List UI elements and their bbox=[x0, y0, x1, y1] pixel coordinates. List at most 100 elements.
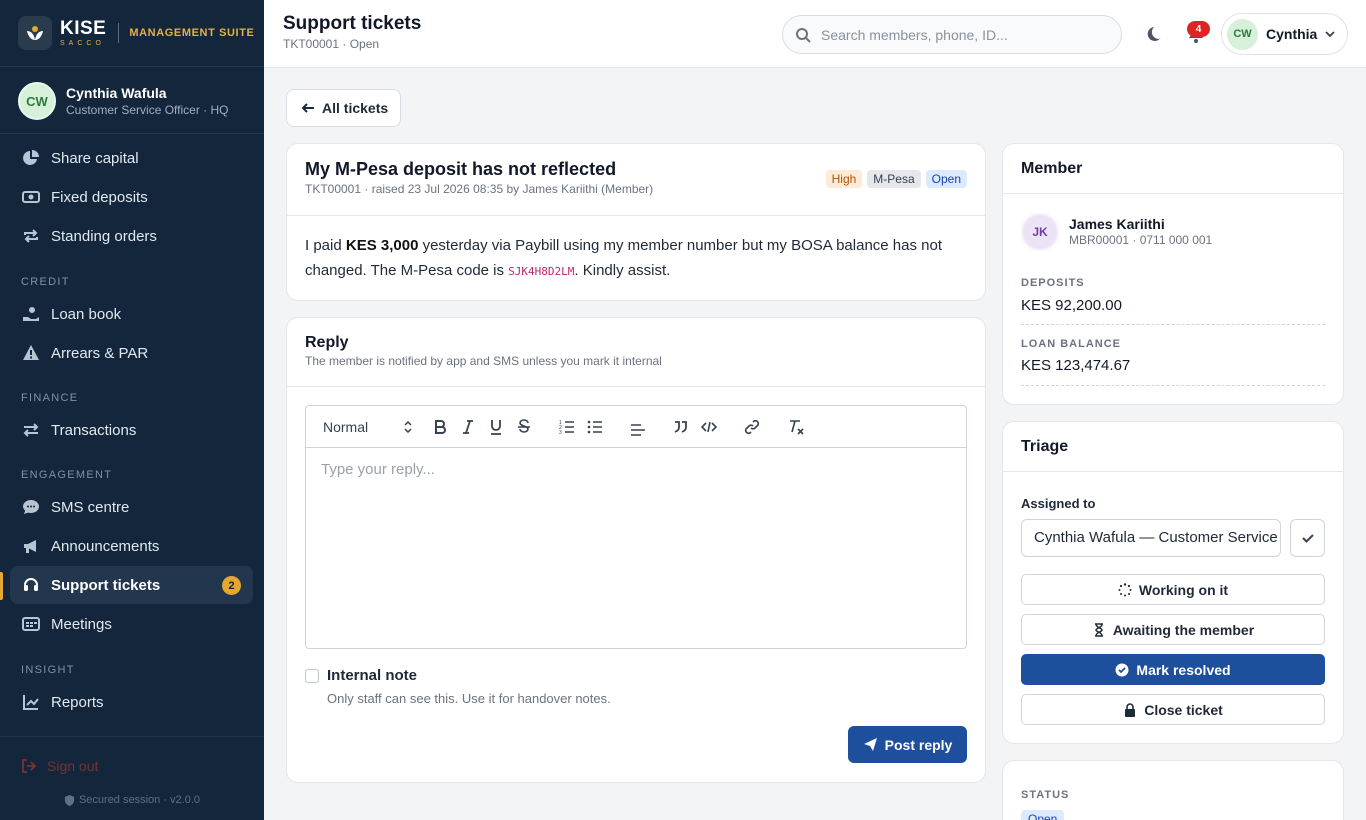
internal-note-checkbox[interactable]: Internal note bbox=[305, 667, 417, 684]
sidebar-item-label: Support tickets bbox=[51, 576, 161, 594]
nav-section-insight: INSIGHT bbox=[21, 664, 75, 676]
bold-icon[interactable] bbox=[432, 419, 448, 435]
sidebar-item-transactions[interactable]: Transactions bbox=[10, 411, 253, 449]
nav-section-engagement: ENGAGEMENT bbox=[21, 469, 113, 481]
sign-out-label: Sign out bbox=[47, 758, 99, 774]
sign-out-button[interactable]: Sign out bbox=[21, 758, 98, 774]
search-box[interactable] bbox=[782, 15, 1122, 54]
line-chart-icon bbox=[23, 695, 39, 710]
checkbox[interactable] bbox=[305, 668, 319, 683]
code-block-icon[interactable] bbox=[701, 419, 717, 435]
member-sub: MBR00001 · 0711 000 001 bbox=[1069, 233, 1213, 247]
repeat-icon bbox=[24, 229, 38, 243]
post-reply-button[interactable]: Post reply bbox=[848, 726, 967, 763]
post-reply-label: Post reply bbox=[884, 736, 953, 753]
sidebar-item-meetings[interactable]: Meetings bbox=[10, 605, 253, 643]
sidebar-item-share-capital[interactable]: Share capital bbox=[10, 139, 253, 177]
avatar: CW bbox=[1227, 18, 1258, 50]
topbar: Support tickets TKT00001 · Open 4 CW Cyn… bbox=[264, 0, 1366, 68]
sidebar-item-label: Meetings bbox=[51, 615, 112, 633]
ticket-message: I paid KES 3,000 yesterday via Paybill u… bbox=[305, 233, 965, 284]
ordered-list-icon[interactable]: 123 bbox=[559, 419, 575, 435]
message-text: I paid bbox=[305, 237, 346, 254]
logo-icon bbox=[18, 16, 52, 50]
lock-icon bbox=[1125, 702, 1136, 717]
profile-name: Cynthia Wafula bbox=[66, 85, 167, 101]
sidebar-item-arrears[interactable]: Arrears & PAR bbox=[10, 334, 253, 372]
brand-tagline: SACCO bbox=[60, 40, 105, 47]
arrow-left-icon bbox=[301, 103, 314, 113]
mark-resolved-button[interactable]: Mark resolved bbox=[1021, 654, 1325, 685]
notification-badge: 4 bbox=[1187, 21, 1210, 37]
working-on-it-button[interactable]: Working on it bbox=[1021, 574, 1325, 605]
reply-subtitle: The member is notified by app and SMS un… bbox=[305, 354, 662, 368]
underline-icon[interactable] bbox=[488, 419, 504, 435]
hand-coin-icon bbox=[23, 307, 39, 321]
search-icon bbox=[796, 27, 811, 43]
internal-note-label: Internal note bbox=[327, 667, 418, 684]
reply-textarea[interactable]: Type your reply... bbox=[321, 461, 435, 478]
sidebar-item-label: Standing orders bbox=[51, 227, 157, 245]
calendar-icon bbox=[22, 617, 40, 631]
mark-resolved-label: Mark resolved bbox=[1136, 661, 1231, 678]
divider bbox=[0, 66, 264, 67]
sidebar: KISE SACCO MANAGEMENT SUITE CW Cynthia W… bbox=[0, 0, 264, 820]
avatar: CW bbox=[18, 82, 56, 120]
divider bbox=[0, 736, 264, 737]
sidebar-item-label: SMS centre bbox=[51, 498, 130, 516]
check-icon bbox=[1301, 534, 1314, 543]
format-label: Normal bbox=[323, 419, 369, 435]
sidebar-item-label: Arrears & PAR bbox=[51, 344, 149, 362]
bullet-list-icon[interactable] bbox=[587, 419, 603, 435]
sidebar-item-reports[interactable]: Reports bbox=[10, 683, 253, 721]
spinner-icon bbox=[1118, 582, 1132, 596]
member-name[interactable]: James Kariithi bbox=[1069, 216, 1165, 232]
user-menu[interactable]: CW Cynthia bbox=[1221, 13, 1348, 55]
reply-title: Reply bbox=[305, 334, 349, 351]
sidebar-item-label: Announcements bbox=[51, 537, 160, 555]
page-subtitle: TKT00001 · Open bbox=[283, 37, 380, 51]
sidebar-item-support-tickets[interactable]: Support tickets 2 bbox=[10, 566, 253, 604]
avatar: JK bbox=[1021, 213, 1059, 251]
clear-format-icon[interactable] bbox=[788, 419, 804, 435]
sidebar-item-announcements[interactable]: Announcements bbox=[10, 527, 253, 565]
nav-section-finance: FINANCE bbox=[21, 392, 79, 404]
reply-editor[interactable]: Normal 123 Type your reply... bbox=[305, 405, 967, 649]
reply-card: Reply The member is notified by app and … bbox=[286, 317, 986, 783]
count-badge: 2 bbox=[222, 576, 241, 595]
deposits-label: DEPOSITS bbox=[1021, 277, 1085, 289]
blockquote-icon[interactable] bbox=[673, 419, 689, 435]
brand: KISE SACCO MANAGEMENT SUITE bbox=[18, 16, 254, 50]
priority-badge: High bbox=[825, 170, 863, 188]
ticket-tags: High M-Pesa Open bbox=[825, 170, 967, 188]
message-amount: KES 3,000 bbox=[345, 237, 419, 254]
warning-icon bbox=[23, 345, 39, 360]
divider bbox=[287, 215, 985, 216]
format-select[interactable]: Normal bbox=[323, 419, 412, 435]
search-input[interactable] bbox=[821, 26, 1101, 43]
sidebar-item-fixed-deposits[interactable]: Fixed deposits bbox=[10, 178, 253, 216]
strikethrough-icon[interactable] bbox=[516, 419, 532, 435]
sidebar-item-loan-book[interactable]: Loan book bbox=[10, 295, 253, 333]
internal-note-help: Only staff can see this. Use it for hand… bbox=[327, 691, 611, 706]
sidebar-item-standing-orders[interactable]: Standing orders bbox=[10, 217, 253, 255]
profile: CW Cynthia Wafula Customer Service Offic… bbox=[18, 82, 228, 120]
sidebar-item-label: Transactions bbox=[51, 421, 137, 439]
all-tickets-button[interactable]: All tickets bbox=[286, 89, 401, 127]
svg-text:3: 3 bbox=[559, 430, 562, 435]
awaiting-member-button[interactable]: Awaiting the member bbox=[1021, 614, 1325, 645]
chat-icon bbox=[23, 500, 39, 514]
confirm-assign-button[interactable] bbox=[1290, 519, 1325, 557]
triage-heading: Triage bbox=[1021, 438, 1069, 455]
assignee-select[interactable]: Cynthia Wafula — Customer Service Office… bbox=[1021, 519, 1281, 557]
status-badge: Open bbox=[925, 170, 967, 188]
moon-icon[interactable] bbox=[1145, 24, 1165, 44]
secured-session: Secured session · v2.0.0 bbox=[0, 794, 264, 806]
shield-icon bbox=[64, 794, 75, 806]
italic-icon[interactable] bbox=[460, 419, 476, 435]
member-card: Member JK James Kariithi MBR00001 · 0711… bbox=[1002, 143, 1344, 405]
align-icon[interactable] bbox=[630, 421, 646, 437]
sidebar-item-sms-centre[interactable]: SMS centre bbox=[10, 488, 253, 526]
close-ticket-button[interactable]: Close ticket bbox=[1021, 694, 1325, 725]
link-icon[interactable] bbox=[744, 419, 760, 435]
